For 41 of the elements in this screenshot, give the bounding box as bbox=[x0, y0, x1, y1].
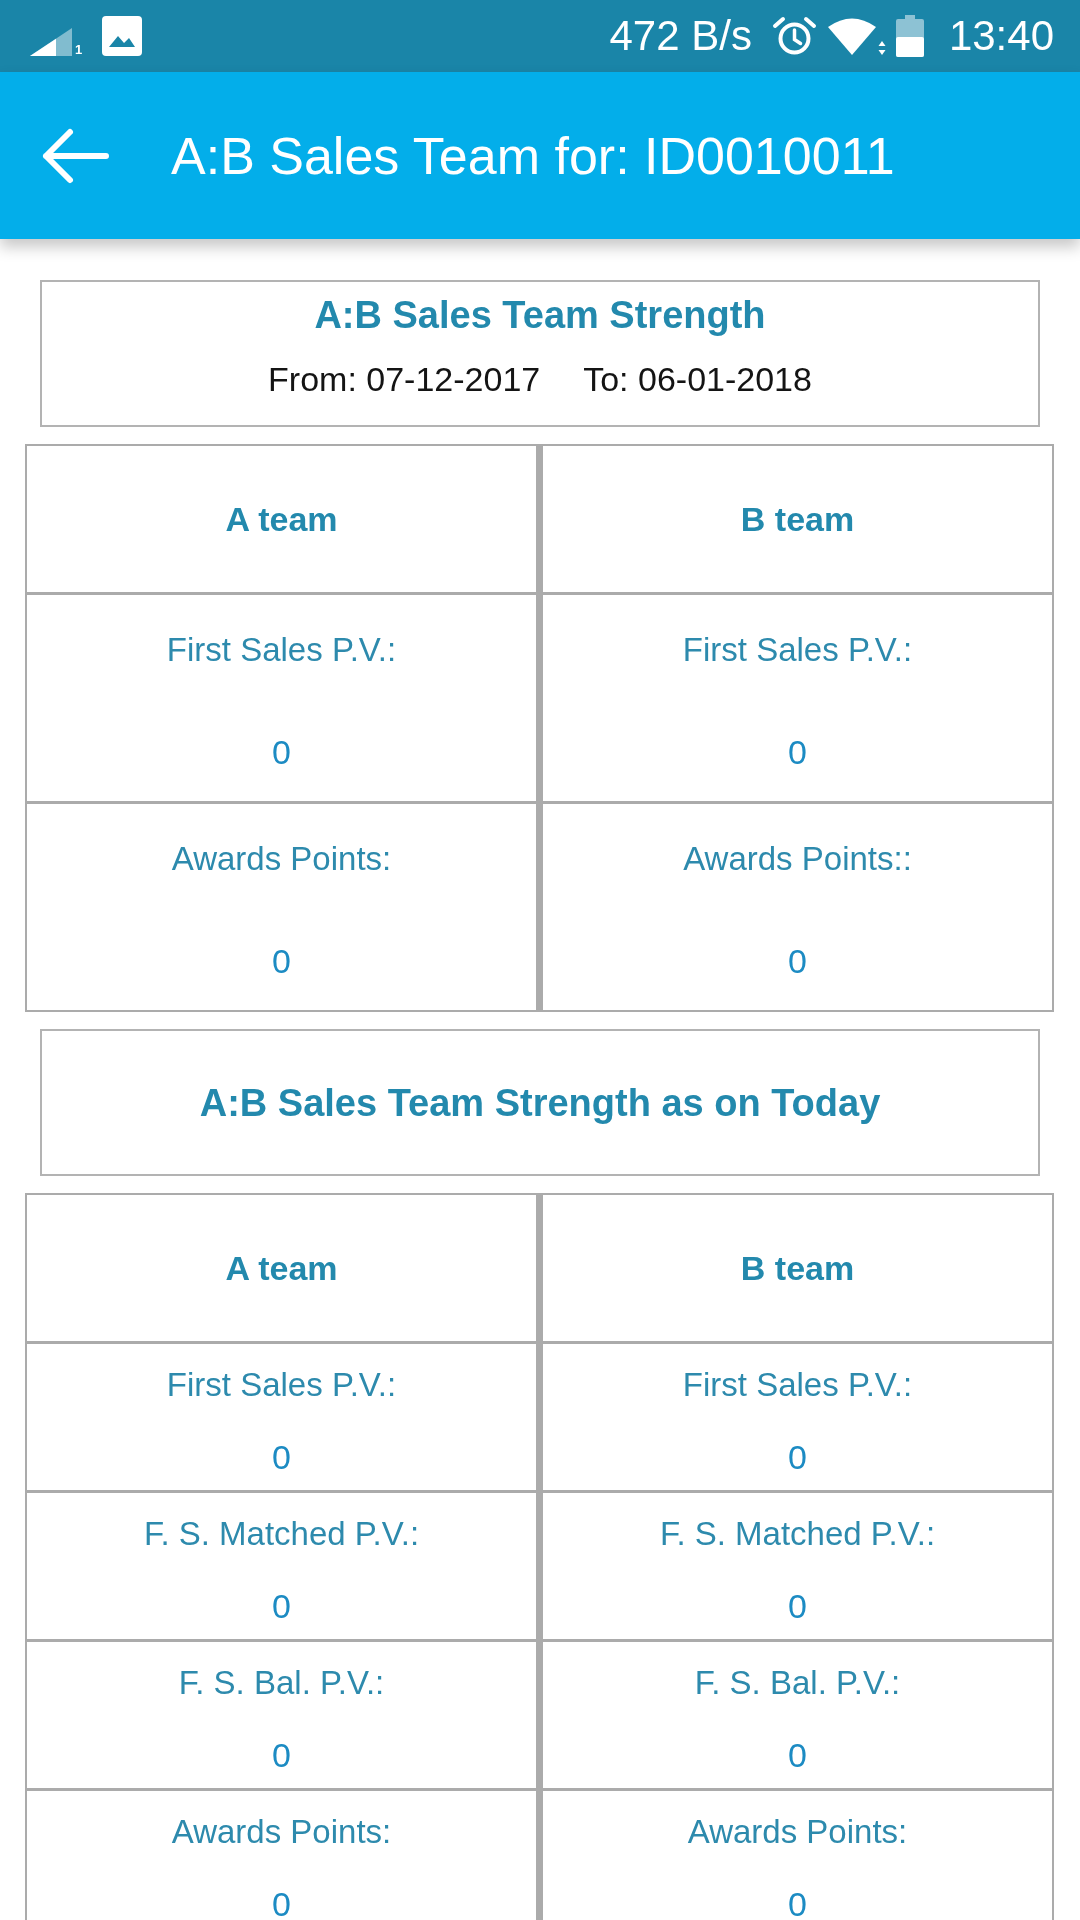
cell-value: 0 bbox=[272, 732, 291, 772]
network-speed: 472 B/s bbox=[609, 12, 752, 60]
sim-slot-label: 1 bbox=[75, 44, 83, 56]
column-header: A team bbox=[27, 1195, 536, 1341]
cell-label: F. S. Matched P.V.: bbox=[143, 1514, 420, 1554]
cell-value: 0 bbox=[272, 941, 291, 981]
cell-value: 0 bbox=[272, 1735, 291, 1775]
cell-label: First Sales P.V.: bbox=[166, 630, 397, 670]
cell-value: 0 bbox=[788, 1586, 807, 1626]
section-title: A:B Sales Team Strength bbox=[314, 293, 766, 338]
cell-label: First Sales P.V.: bbox=[682, 630, 913, 670]
cell-label: Awards Points: bbox=[171, 839, 392, 879]
date-from: From: 07-12-2017 bbox=[268, 359, 541, 399]
signal-icon bbox=[30, 28, 72, 56]
cell-value: 0 bbox=[272, 1586, 291, 1626]
cell-label: First Sales P.V.: bbox=[682, 1365, 913, 1405]
section-title: A:B Sales Team Strength as on Today bbox=[199, 1080, 881, 1126]
cell-label: F. S. Matched P.V.: bbox=[659, 1514, 936, 1554]
alarm-clock-icon bbox=[771, 16, 817, 56]
date-to: To: 06-01-2018 bbox=[583, 359, 812, 399]
cell-value: 0 bbox=[272, 1437, 291, 1477]
cell-value: 0 bbox=[788, 732, 807, 772]
battery-icon bbox=[895, 15, 924, 57]
cell-value: 0 bbox=[788, 1884, 807, 1920]
status-time: 13:40 bbox=[948, 12, 1054, 60]
image-icon bbox=[102, 16, 143, 56]
cell-label: Awards Points:: bbox=[683, 839, 912, 879]
cell-value: 0 bbox=[272, 1884, 291, 1920]
column-header: A team bbox=[27, 446, 536, 592]
cell-value: 0 bbox=[788, 1735, 807, 1775]
column-header: B team bbox=[543, 1195, 1052, 1341]
cell-label: Awards Points: bbox=[171, 1812, 392, 1852]
app-bar-title: A:B Sales Team for: ID0010011 bbox=[171, 125, 895, 186]
cell-label: F. S. Bal. P.V.: bbox=[178, 1663, 385, 1703]
wifi-icon bbox=[826, 16, 887, 56]
cell-label: Awards Points: bbox=[687, 1812, 908, 1852]
cell-label: F. S. Bal. P.V.: bbox=[694, 1663, 901, 1703]
column-header: B team bbox=[543, 446, 1052, 592]
cell-label: First Sales P.V.: bbox=[166, 1365, 397, 1405]
cell-value: 0 bbox=[788, 1437, 807, 1477]
cell-value: 0 bbox=[788, 941, 807, 981]
